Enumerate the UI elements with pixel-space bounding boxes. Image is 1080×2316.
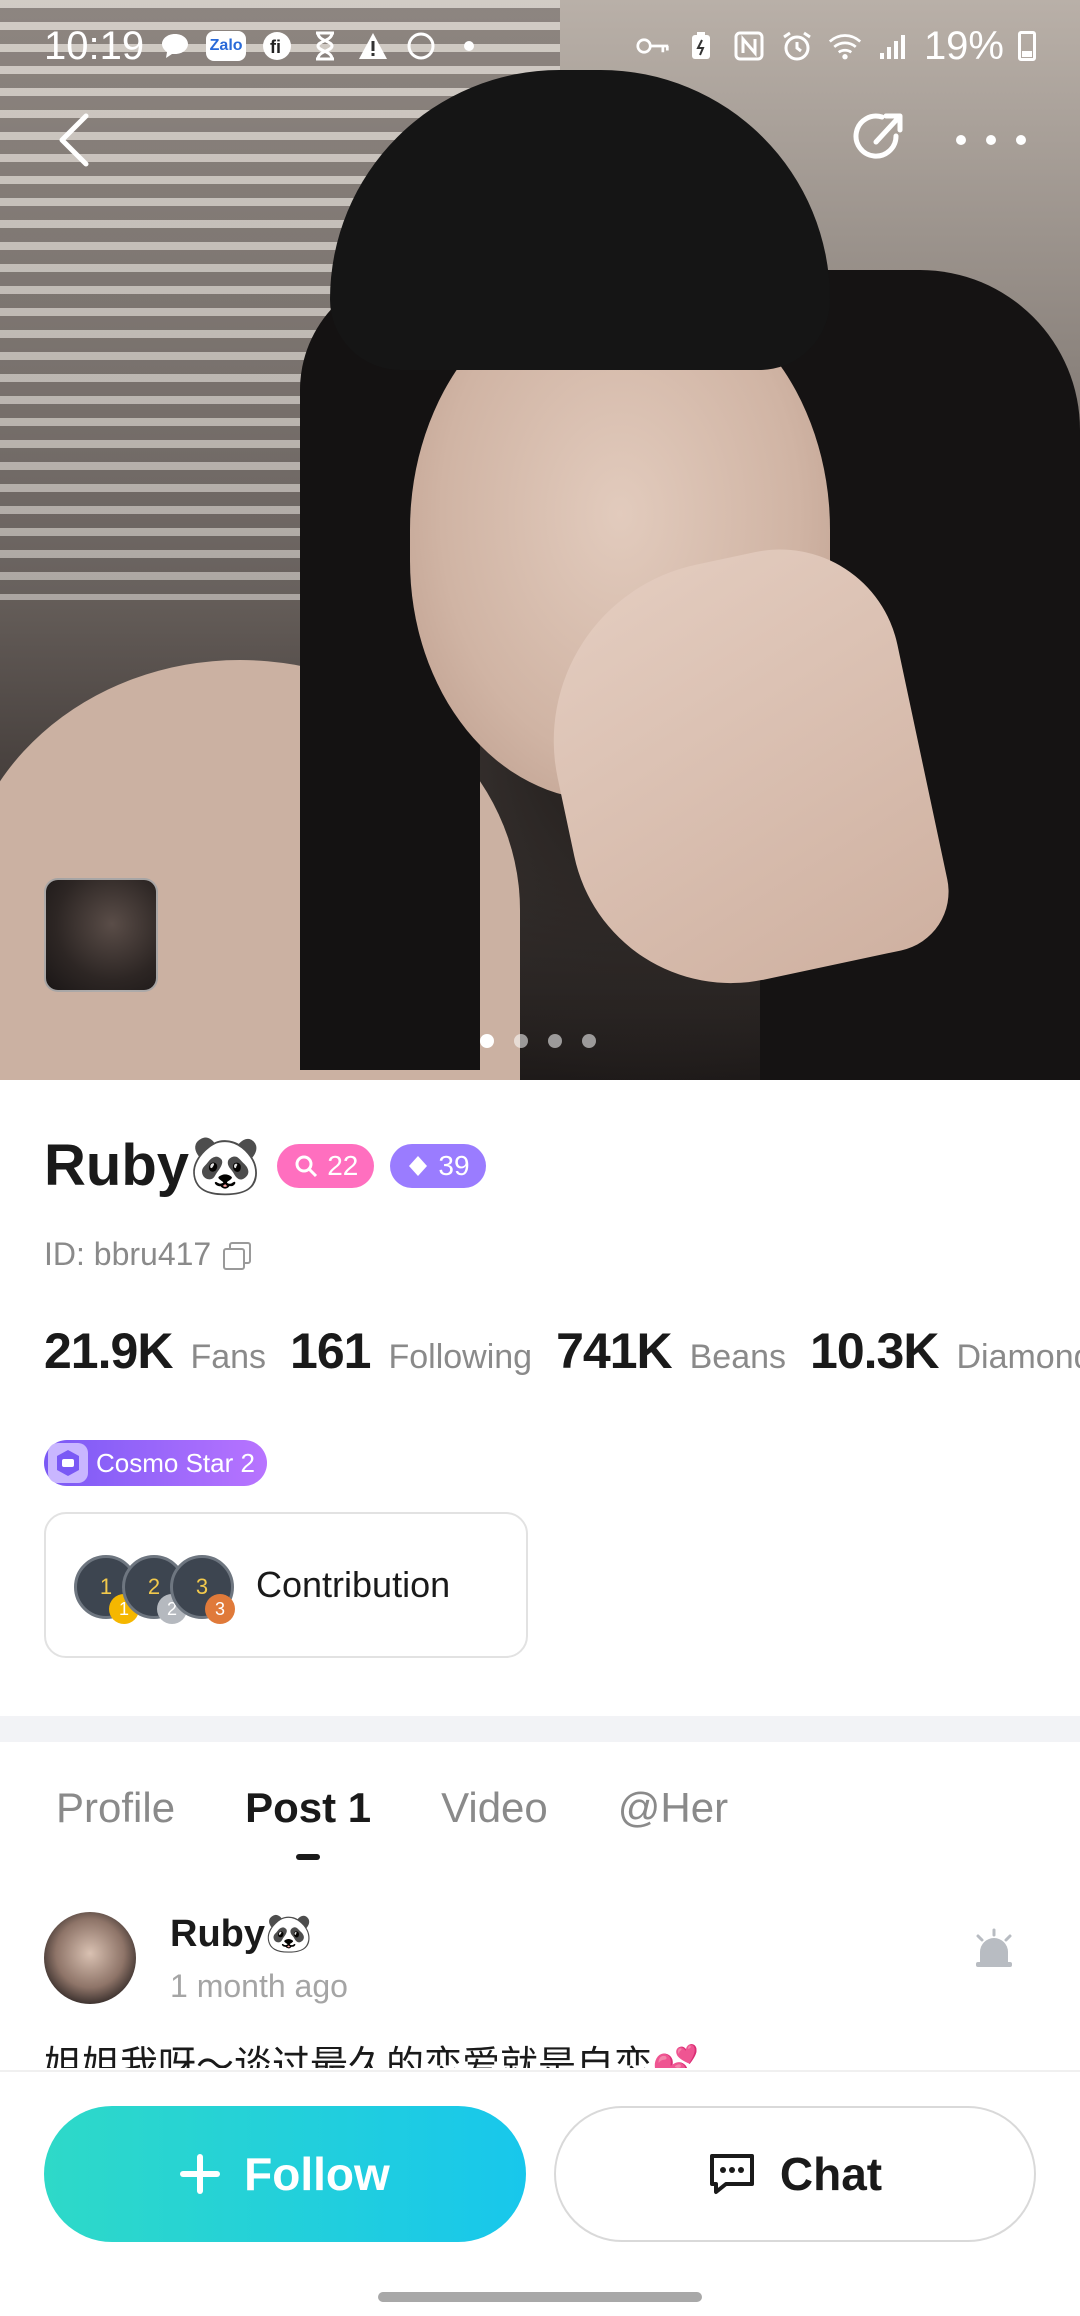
cosmo-star-label: Cosmo Star 2 bbox=[96, 1447, 255, 1478]
level-badge[interactable]: 22 bbox=[277, 1144, 375, 1188]
pager-dot[interactable] bbox=[480, 1034, 494, 1048]
status-time: 10:19 bbox=[44, 23, 145, 68]
nfc-icon bbox=[732, 29, 766, 63]
dot-icon bbox=[452, 29, 486, 63]
contribution-label: Contribution bbox=[256, 1564, 451, 1605]
tab-profile[interactable]: Profile bbox=[56, 1784, 175, 1832]
post-author: Ruby🐼 bbox=[170, 1913, 313, 1955]
user-id: ID: bbru417 bbox=[44, 1236, 212, 1272]
name-row: Ruby🐼 22 39 bbox=[44, 1132, 486, 1200]
diamond-badge[interactable]: 39 bbox=[390, 1144, 486, 1188]
more-dot-icon bbox=[1016, 135, 1026, 145]
diamonds-label: Diamonds bbox=[956, 1338, 1080, 1376]
diamonds-count: 10.3K bbox=[810, 1323, 939, 1379]
profile-name: Ruby🐼 bbox=[44, 1133, 262, 1198]
following-label[interactable]: Following bbox=[388, 1338, 532, 1377]
pager-dot[interactable] bbox=[514, 1034, 528, 1048]
top-navigation bbox=[0, 100, 1080, 180]
follow-button[interactable]: Follow bbox=[44, 2106, 526, 2242]
key-icon bbox=[636, 29, 670, 63]
avatar[interactable] bbox=[44, 1912, 136, 2004]
tab-her[interactable]: @Her bbox=[618, 1784, 728, 1832]
diamond-icon bbox=[409, 1156, 428, 1176]
more-options-button[interactable] bbox=[956, 120, 1026, 160]
post-text: 姐姐我呀～谈过最久的恋爱就是自恋💕 bbox=[44, 2045, 700, 2068]
pager-dot[interactable] bbox=[582, 1034, 596, 1048]
svg-text:fi: fi bbox=[270, 37, 281, 57]
alarm-icon bbox=[780, 29, 814, 63]
battery-percent: 19% bbox=[923, 23, 1004, 68]
photo-pager-dots bbox=[480, 1034, 596, 1048]
bottom-action-bar: Follow Chat bbox=[0, 2070, 1080, 2316]
level-icon bbox=[295, 1155, 318, 1178]
battery-saver-icon bbox=[684, 29, 718, 63]
chat-icon bbox=[709, 2154, 754, 2194]
level-badge-value: 22 bbox=[327, 1150, 359, 1181]
medal-3-number: 3 bbox=[195, 1574, 209, 1599]
plus-icon bbox=[180, 2154, 221, 2194]
warning-icon bbox=[356, 29, 390, 63]
share-arrow-icon bbox=[853, 113, 903, 159]
fi-icon: fi bbox=[260, 29, 294, 63]
tab-post[interactable]: Post 1 bbox=[245, 1784, 371, 1832]
wifi-icon bbox=[828, 29, 862, 63]
share-button[interactable] bbox=[846, 106, 910, 170]
beans-count: 741K bbox=[556, 1323, 673, 1379]
follow-label: Follow bbox=[244, 2148, 390, 2200]
status-bar: 10:19 Zalo fi 19% bbox=[0, 0, 1080, 92]
chat-bubble-icon bbox=[158, 29, 192, 63]
pager-dot[interactable] bbox=[548, 1034, 562, 1048]
battery-icon bbox=[1018, 31, 1036, 61]
back-button[interactable] bbox=[48, 110, 108, 170]
fans-label[interactable]: Fans bbox=[190, 1338, 266, 1377]
moon-icon bbox=[404, 29, 438, 63]
medal-1-number: 1 bbox=[99, 1574, 113, 1599]
user-id-row: ID: bbru417 bbox=[44, 1236, 252, 1273]
profile-tabs: Profile Post 1 Video @Her bbox=[56, 1784, 728, 1832]
diamond-badge-value: 39 bbox=[438, 1150, 470, 1181]
chat-label: Chat bbox=[779, 2148, 883, 2200]
tab-video[interactable]: Video bbox=[441, 1784, 548, 1832]
stats-row: 21.9K Fans 161 Following 741K Beans 10.3… bbox=[44, 1322, 1080, 1380]
following-count[interactable]: 161 bbox=[290, 1322, 371, 1380]
copy-icon[interactable] bbox=[223, 1241, 252, 1270]
zalo-icon: Zalo bbox=[206, 31, 247, 61]
chevron-left-icon bbox=[59, 113, 89, 167]
bell-icon[interactable] bbox=[970, 1926, 1018, 1974]
cosmo-star-badge[interactable]: Cosmo Star 2 bbox=[44, 1440, 267, 1486]
signal-icon bbox=[876, 29, 910, 63]
cosmo-star-icon bbox=[48, 1443, 88, 1483]
photo-thumbnail[interactable] bbox=[44, 878, 158, 992]
fans-count[interactable]: 21.9K bbox=[44, 1322, 173, 1380]
hourglass-icon bbox=[308, 29, 342, 63]
medal-3-icon: 3 3 bbox=[170, 1555, 235, 1624]
beans-label: Beans bbox=[689, 1338, 787, 1376]
medal-3-rank: 3 bbox=[205, 1594, 235, 1624]
more-dot-icon bbox=[956, 135, 966, 145]
contribution-card[interactable]: 1 1 2 2 3 3 Contribution bbox=[44, 1512, 528, 1658]
medal-2-number: 2 bbox=[147, 1574, 161, 1599]
post-timestamp: 1 month ago bbox=[170, 1968, 348, 2004]
home-indicator[interactable] bbox=[378, 2292, 702, 2302]
more-dot-icon bbox=[986, 135, 996, 145]
contribution-medals: 1 1 2 2 3 3 bbox=[74, 1545, 235, 1625]
chat-button[interactable]: Chat bbox=[554, 2106, 1036, 2242]
section-divider bbox=[0, 1716, 1080, 1742]
